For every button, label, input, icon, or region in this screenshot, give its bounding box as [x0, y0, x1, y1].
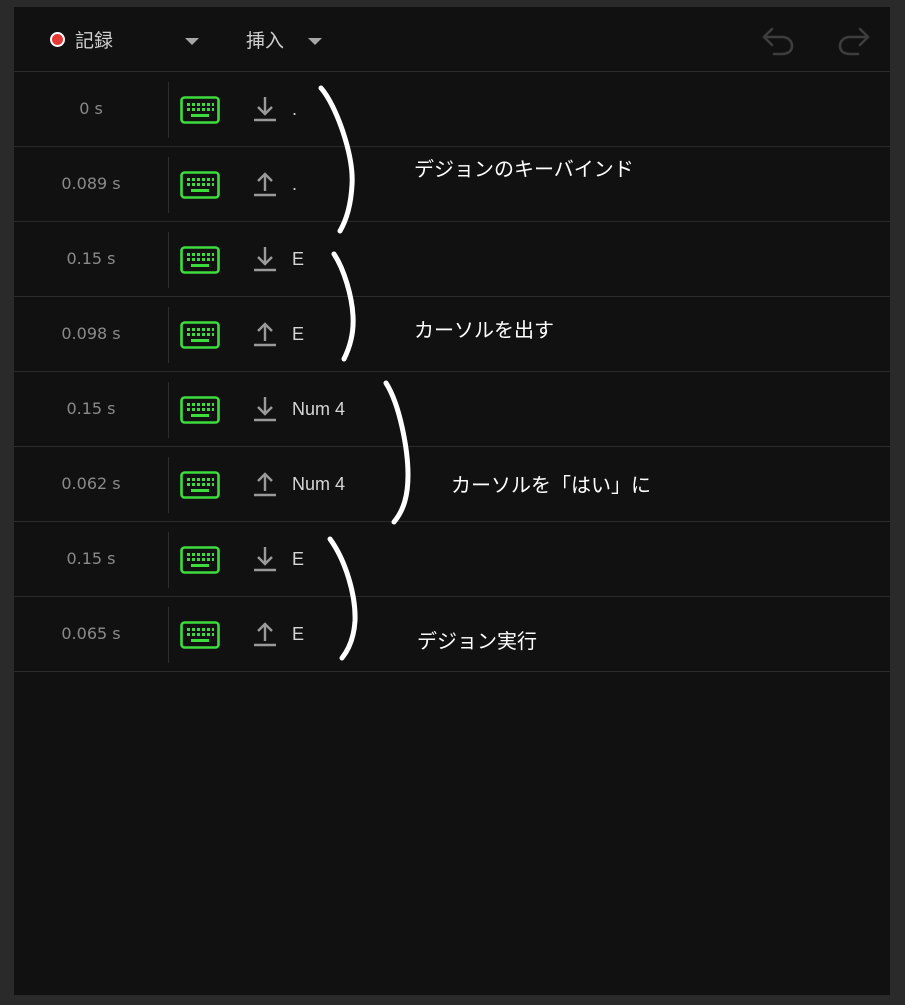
column-divider — [168, 232, 169, 288]
column-divider — [168, 382, 169, 438]
annotation-text: デジョンのキーバインド — [414, 157, 634, 181]
event-delay[interactable]: 0.15 s — [14, 222, 168, 296]
insert-button[interactable]: 挿入 — [246, 25, 284, 53]
keyboard-icon — [180, 321, 220, 349]
annotation-text: カーソルを「はい」に — [451, 473, 651, 497]
keyboard-icon — [180, 396, 220, 424]
key-up-arrow-icon — [254, 472, 276, 497]
column-divider — [168, 157, 169, 213]
annotation-brace — [318, 85, 355, 234]
event-delay[interactable]: 0.15 s — [14, 522, 168, 596]
event-delay[interactable]: 0.098 s — [14, 297, 168, 371]
event-key[interactable]: E — [292, 597, 304, 671]
table-row[interactable]: 0.15 s Num 4 — [14, 372, 890, 447]
redo-icon[interactable] — [834, 19, 874, 59]
table-row[interactable]: 0.15 s E — [14, 522, 890, 597]
annotation-brace — [383, 380, 411, 525]
key-down-arrow-icon — [254, 97, 276, 122]
key-down-arrow-icon — [254, 247, 276, 272]
macro-editor-panel: 記録 挿入 0 s . 0.089 s . 0.15 s E 0.098 s E… — [14, 7, 890, 995]
undo-icon[interactable] — [758, 19, 798, 59]
event-key[interactable]: Num 4 — [292, 372, 345, 446]
keyboard-icon — [180, 171, 220, 199]
keyboard-icon — [180, 621, 220, 649]
event-delay[interactable]: 0.089 s — [14, 147, 168, 221]
event-key[interactable]: Num 4 — [292, 447, 345, 521]
annotation-text: カーソルを出す — [414, 318, 554, 342]
event-key[interactable]: E — [292, 522, 304, 596]
event-key[interactable]: . — [292, 147, 297, 221]
insert-dropdown-chevron-icon[interactable] — [308, 38, 322, 45]
keyboard-icon — [180, 546, 220, 574]
event-delay[interactable]: 0.15 s — [14, 372, 168, 446]
event-delay[interactable]: 0 s — [14, 72, 168, 146]
column-divider — [168, 457, 169, 513]
column-divider — [168, 532, 169, 588]
column-divider — [168, 307, 169, 363]
key-up-arrow-icon — [254, 622, 276, 647]
event-key[interactable]: . — [292, 72, 297, 146]
record-label: 記録 — [75, 29, 114, 52]
key-up-arrow-icon — [254, 322, 276, 347]
table-row[interactable]: 0 s . — [14, 72, 890, 147]
keyboard-icon — [180, 96, 220, 124]
column-divider — [168, 607, 169, 663]
annotation-brace — [327, 536, 358, 661]
record-button[interactable]: 記録 — [50, 25, 113, 53]
event-delay[interactable]: 0.065 s — [14, 597, 168, 671]
event-delay[interactable]: 0.062 s — [14, 447, 168, 521]
key-down-arrow-icon — [254, 547, 276, 572]
keyboard-icon — [180, 246, 220, 274]
record-icon — [50, 31, 65, 47]
event-key[interactable]: E — [292, 297, 304, 371]
record-dropdown-chevron-icon[interactable] — [185, 38, 199, 45]
key-up-arrow-icon — [254, 172, 276, 197]
event-key[interactable]: E — [292, 222, 304, 296]
column-divider — [168, 82, 169, 138]
key-down-arrow-icon — [254, 397, 276, 422]
annotation-text: デジョン実行 — [417, 629, 537, 653]
toolbar: 記録 挿入 — [14, 7, 890, 72]
table-row[interactable]: 0.15 s E — [14, 222, 890, 297]
annotation-brace — [331, 251, 356, 362]
keyboard-icon — [180, 471, 220, 499]
insert-label: 挿入 — [246, 29, 285, 52]
